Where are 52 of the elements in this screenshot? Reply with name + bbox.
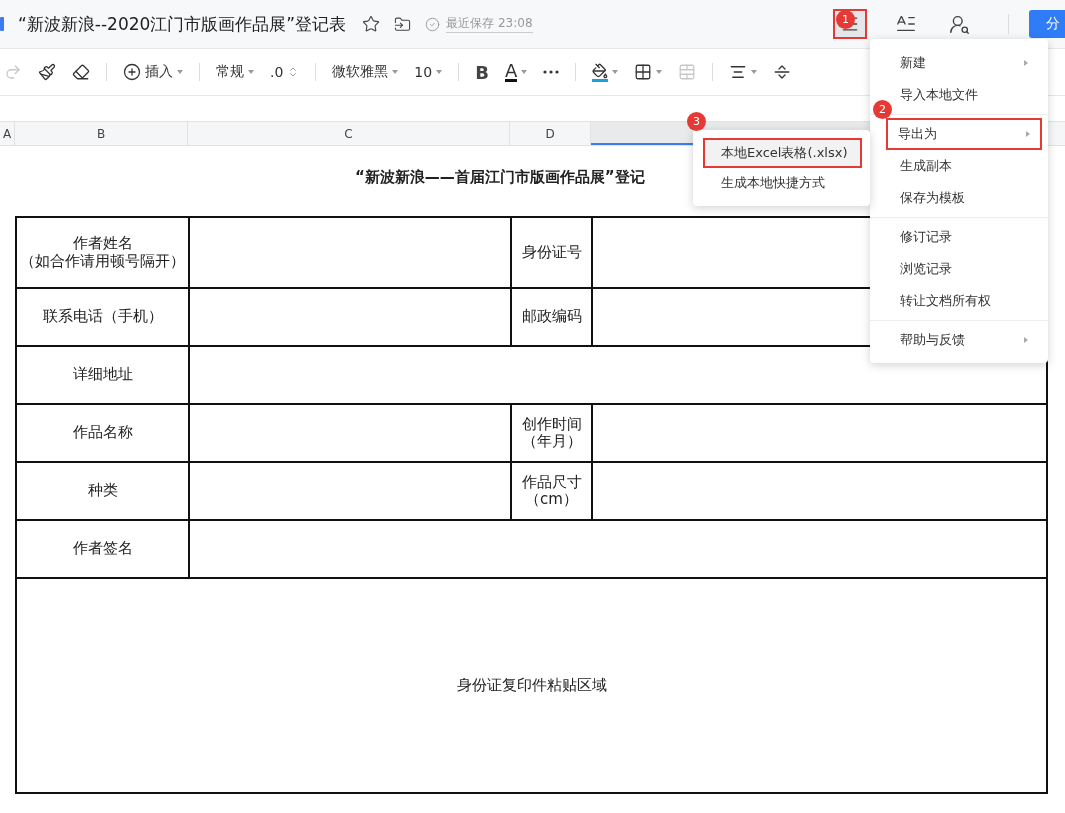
align-button[interactable] bbox=[729, 63, 758, 81]
cell-label: 联系电话（手机） bbox=[41, 308, 164, 326]
submenu-item[interactable]: 生成本地快捷方式 bbox=[703, 168, 862, 198]
column-header[interactable]: C bbox=[188, 122, 510, 145]
cell-note: （cm） bbox=[524, 491, 579, 509]
table-cell: 详细地址 bbox=[16, 346, 189, 404]
menu-item[interactable]: 生成副本 bbox=[882, 150, 1040, 182]
menu-item[interactable]: 导出为 bbox=[886, 118, 1042, 150]
menu-item[interactable]: 转让文档所有权 bbox=[882, 285, 1040, 317]
dropdown-button[interactable]: 微软雅黑 bbox=[332, 63, 399, 81]
ellipsis-icon bbox=[543, 70, 560, 74]
insert-button[interactable]: 插入 bbox=[123, 63, 183, 81]
table-cell: 作者签名 bbox=[16, 520, 189, 578]
borders-button[interactable] bbox=[634, 63, 663, 81]
decimal-stepper[interactable]: .0 bbox=[270, 64, 300, 80]
table-cell: 身份证复印件粘贴区域 bbox=[16, 578, 1047, 793]
fill-color-button[interactable] bbox=[592, 62, 619, 82]
cell-label: 作者姓名 bbox=[71, 235, 134, 253]
menu-item[interactable]: 新建 bbox=[882, 47, 1040, 79]
document-icon bbox=[0, 17, 4, 31]
cell-label: 作品名称 bbox=[71, 424, 134, 442]
share-button[interactable]: 分 bbox=[1029, 10, 1065, 38]
column-header[interactable]: B bbox=[15, 122, 188, 145]
plus-icon bbox=[123, 63, 141, 81]
font-color-button[interactable]: A bbox=[504, 62, 528, 82]
cell-label: 邮政编码 bbox=[520, 308, 583, 326]
user-view-icon[interactable] bbox=[949, 13, 970, 35]
save-status: 最近保存 23:08 bbox=[446, 15, 533, 33]
more-button[interactable] bbox=[543, 70, 560, 74]
submenu-item[interactable]: 本地Excel表格(.xlsx) bbox=[703, 138, 862, 168]
menu-item[interactable]: 浏览记录 bbox=[882, 253, 1040, 285]
vertical-align-button[interactable] bbox=[773, 63, 792, 81]
cell-note: （年月） bbox=[520, 433, 583, 451]
cell-label: 种类 bbox=[86, 482, 119, 500]
saved-check-icon bbox=[425, 16, 441, 32]
cell-label: 身份证号 bbox=[520, 243, 583, 262]
menu-item[interactable]: 保存为模板 bbox=[882, 182, 1040, 214]
menu-item[interactable]: 帮助与反馈 bbox=[882, 324, 1040, 356]
move-to-folder-icon[interactable] bbox=[394, 15, 412, 33]
cell-note: （如合作请用顿号隔开） bbox=[19, 252, 186, 270]
bold-button[interactable]: B bbox=[475, 61, 489, 83]
format-painter-button[interactable] bbox=[38, 63, 56, 81]
cell-label: 创作时间 bbox=[520, 415, 583, 433]
star-icon[interactable] bbox=[362, 15, 381, 33]
column-header[interactable]: A bbox=[0, 122, 15, 145]
sheet-title: “新波新浪——首届江门市版画作品展”登记 bbox=[355, 168, 645, 187]
clear-format-button[interactable] bbox=[72, 63, 90, 81]
dropdown-button[interactable]: 10 bbox=[414, 64, 443, 80]
cell-label: 作品尺寸 bbox=[520, 473, 583, 491]
menu-item[interactable]: 修订记录 bbox=[882, 221, 1040, 253]
dropdown-button[interactable]: 常规 bbox=[216, 63, 254, 81]
document-title: “新波新浪--2020江门市版画作品展”登记表 bbox=[18, 12, 347, 36]
